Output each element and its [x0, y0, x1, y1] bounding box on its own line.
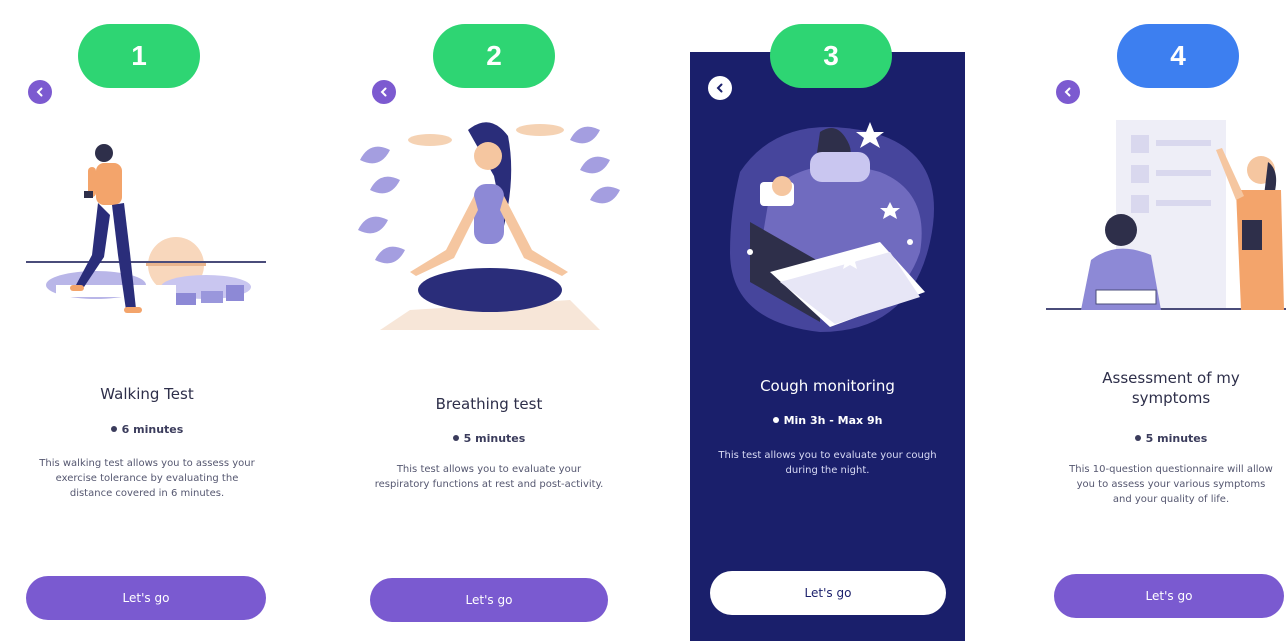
lets-go-button[interactable]: Let's go — [370, 578, 608, 622]
bullet-dot — [110, 426, 117, 432]
woman-sleeping-illustration — [730, 122, 934, 332]
step-badge-1: 1 — [78, 24, 200, 88]
back-button[interactable] — [708, 76, 732, 100]
chevron-left-icon — [1064, 87, 1071, 97]
chevron-left-icon — [716, 83, 723, 93]
duration-text: Min 3h - Max 9h — [783, 414, 883, 427]
lets-go-button[interactable]: Let's go — [710, 571, 946, 615]
duration-text: 6 minutes — [121, 423, 184, 436]
lets-go-button[interactable]: Let's go — [26, 576, 266, 620]
test-description: This test allows you to evaluate your re… — [374, 464, 604, 490]
test-title: Breathing test — [435, 395, 543, 413]
bullet-dot — [452, 435, 459, 441]
test-description: This 10-question questionnaire will allo… — [1069, 464, 1273, 505]
test-title: Walking Test — [100, 385, 194, 403]
chevron-left-icon — [380, 87, 387, 97]
man-walking-illustration — [26, 144, 266, 313]
lets-go-button[interactable]: Let's go — [1054, 574, 1284, 618]
test-duration: 6 minutes — [22, 423, 272, 436]
chevron-left-icon — [36, 87, 43, 97]
test-duration: 5 minutes — [364, 432, 614, 445]
step-badge-2: 2 — [433, 24, 555, 88]
screen-symptom-assessment: Assessment of my symptoms 5 minutes This… — [1036, 0, 1286, 641]
screen-cough-monitoring: Cough monitoring Min 3h - Max 9h This te… — [690, 52, 965, 641]
test-duration: 5 minutes — [1046, 432, 1286, 445]
back-button[interactable] — [28, 80, 52, 104]
duration-text: 5 minutes — [463, 432, 526, 445]
test-title: Assessment of my symptoms — [1102, 369, 1240, 407]
doctor-and-patient-illustration — [1046, 120, 1286, 310]
bullet-dot — [772, 417, 779, 423]
test-description: This walking test allows you to assess y… — [39, 458, 255, 499]
woman-meditating-illustration — [358, 122, 620, 330]
back-button[interactable] — [1056, 80, 1080, 104]
screen-walking-test: Walking Test 6 minutes This walking test… — [22, 0, 272, 641]
screen-breathing-test: Breathing test 5 minutes This test allow… — [350, 0, 620, 641]
step-badge-3: 3 — [770, 24, 892, 88]
test-duration: Min 3h - Max 9h — [690, 414, 965, 427]
bullet-dot — [1134, 435, 1141, 441]
test-title: Cough monitoring — [760, 377, 895, 395]
step-badge-4: 4 — [1117, 24, 1239, 88]
duration-text: 5 minutes — [1145, 432, 1208, 445]
test-description: This test allows you to evaluate your co… — [718, 450, 937, 476]
